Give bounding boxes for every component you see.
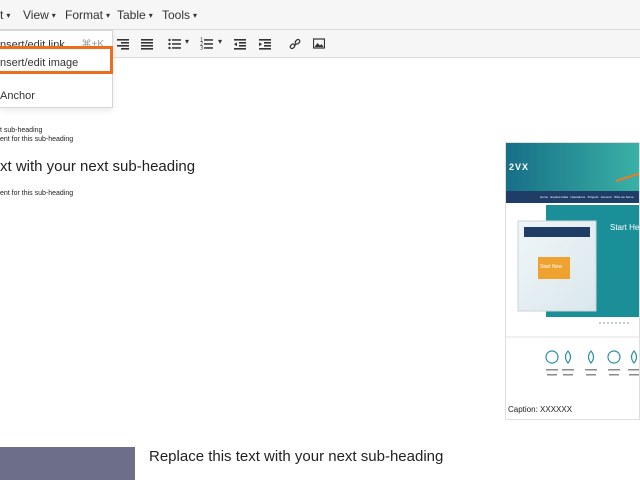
link-icon[interactable] — [289, 36, 301, 52]
indent-icon[interactable] — [259, 36, 271, 52]
highlight-box — [0, 46, 113, 74]
menu-tools[interactable]: Tools ▾ — [162, 8, 197, 22]
chevron-down-icon: ▾ — [106, 11, 111, 20]
align-right-icon[interactable] — [117, 36, 129, 52]
image-icon[interactable] — [313, 36, 325, 52]
chevron-down-icon[interactable]: ▾ — [185, 37, 189, 53]
image-caption: Caption: XXXXXX — [508, 405, 573, 414]
chevron-down-icon: ▾ — [51, 11, 56, 20]
menu-insert-label: t — [0, 8, 4, 22]
preview-nav-item: Projects — [587, 195, 599, 199]
chevron-down-icon: ▾ — [193, 11, 198, 20]
menu-table[interactable]: Table ▾ — [117, 8, 153, 22]
menu-tools-label: Tools — [162, 8, 191, 22]
preview-nav-item: Home — [540, 195, 549, 199]
preview-banner-text: Start Her — [610, 223, 640, 232]
preview-button: Start Now — [540, 264, 562, 270]
chevron-down-icon[interactable]: ▾ — [218, 37, 222, 53]
menu-item-anchor-label: Anchor — [0, 90, 35, 102]
align-justify-icon[interactable] — [141, 36, 153, 52]
menu-format[interactable]: Format ▾ — [65, 8, 110, 22]
menu-item-anchor[interactable]: Anchor — [0, 90, 35, 102]
bullet-list-icon[interactable] — [168, 36, 181, 52]
menu-view[interactable]: View ▾ — [23, 8, 56, 22]
website-preview-graphic — [506, 143, 639, 376]
menu-insert[interactable]: t ▾ — [0, 8, 10, 22]
small-body: ent for this sub-heading — [0, 136, 74, 143]
menu-view-label: View — [23, 8, 49, 22]
section-body: ent for this sub-heading — [0, 190, 74, 197]
small-heading: t sub-heading — [0, 127, 43, 134]
menu-table-label: Table — [117, 8, 146, 22]
outdent-icon[interactable] — [234, 36, 246, 52]
section-heading: xt with your next sub-heading — [0, 158, 196, 175]
menubar: t ▾ View ▾ Format ▾ Table ▾ Tools ▾ — [0, 0, 640, 30]
content-image[interactable] — [0, 447, 135, 480]
website-screenshot-image[interactable]: 2VX Start Her Start Now Home Explore Dat… — [505, 142, 640, 420]
svg-text:3: 3 — [200, 46, 203, 52]
preview-nav-item: Who we Serve — [614, 195, 634, 199]
chevron-down-icon: ▾ — [6, 11, 11, 20]
chevron-down-icon: ▾ — [148, 11, 153, 20]
preview-nav-item: Operations — [570, 195, 586, 199]
bottom-heading: Replace this text with your next sub-hea… — [149, 448, 444, 465]
menu-format-label: Format — [65, 8, 104, 22]
preview-nav-item: Account — [600, 195, 612, 199]
preview-nav-item: Explore Data — [550, 195, 568, 199]
preview-nav: Home Explore Data Operations Projects Ac… — [540, 195, 634, 199]
preview-logo: 2VX — [509, 162, 530, 172]
numbered-list-icon[interactable]: 1 2 3 — [200, 36, 213, 52]
